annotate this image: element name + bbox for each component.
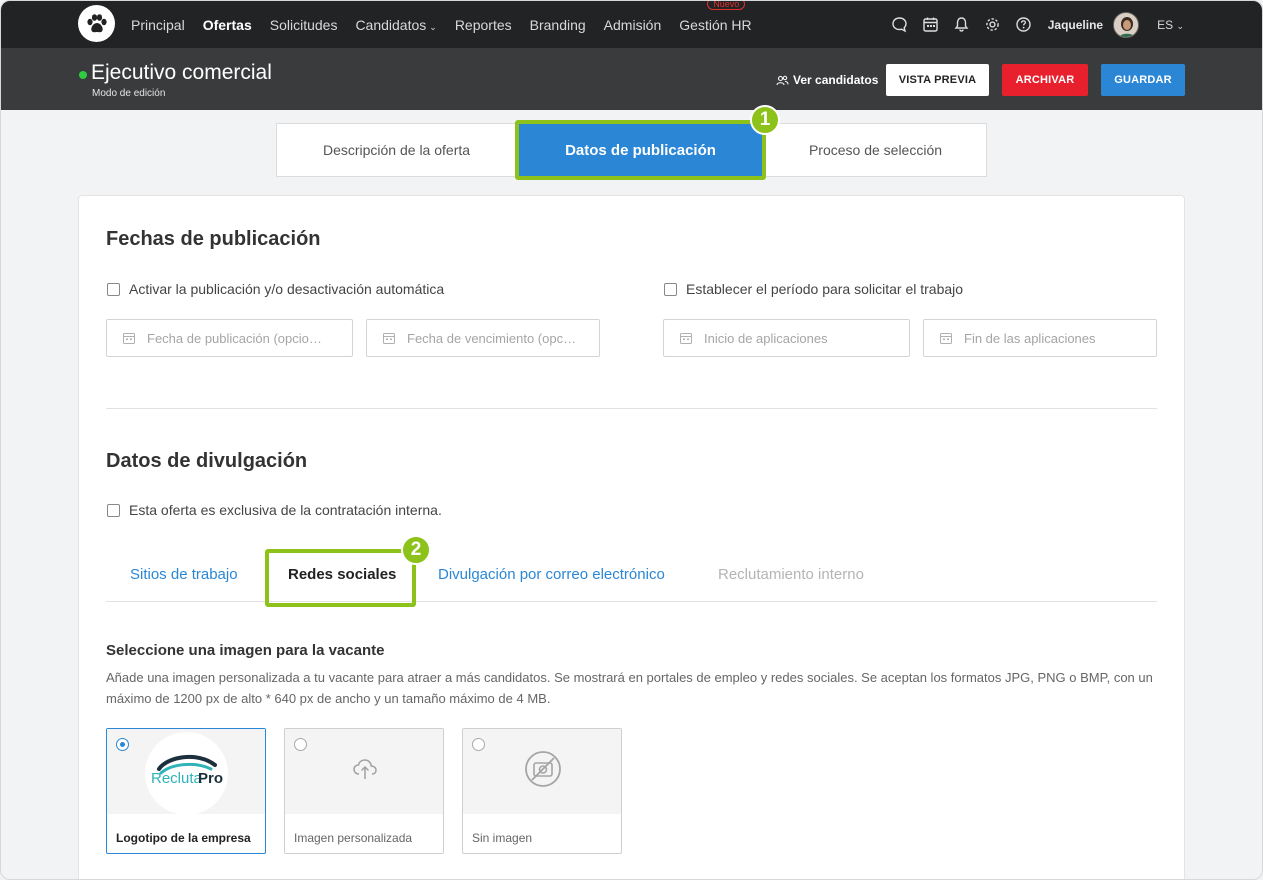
nav-item-solicitudes[interactable]: Solicitudes	[270, 17, 338, 33]
section-title-divulgation: Datos de divulgación	[106, 450, 308, 472]
application-start-input[interactable]: Inicio de aplicaciones	[663, 319, 910, 357]
chat-icon[interactable]	[890, 15, 910, 35]
section-title-dates: Fechas de publicación	[106, 228, 321, 250]
view-candidates-link[interactable]: Ver candidatos	[776, 73, 878, 87]
avatar[interactable]	[1113, 11, 1140, 38]
option-label: Imagen personalizada	[294, 831, 413, 845]
calendar-icon	[383, 333, 395, 344]
app-window: Principal Ofertas Solicitudes Candidatos…	[0, 0, 1263, 880]
application-period-checkbox[interactable]: Establecer el período para solicitar el …	[664, 281, 963, 297]
gear-icon[interactable]	[983, 15, 1003, 35]
callout-number-1: 1	[750, 105, 780, 135]
image-option-company-logo[interactable]: Recluta Pro Logotipo de la empresa	[106, 728, 266, 854]
nav-item-reportes[interactable]: Reportes	[455, 17, 512, 33]
nav-item-gestion-hr-label: Gestión HR	[679, 16, 752, 33]
radio-button[interactable]	[116, 738, 129, 751]
chevron-down-icon: ⌄	[429, 21, 437, 32]
cloud-upload-icon	[353, 759, 377, 779]
expiry-date-placeholder: Fecha de vencimiento (opc…	[407, 330, 577, 346]
nav-right: Jaqueline ES ⌄	[879, 1, 1184, 48]
save-button[interactable]: GUARDAR	[1101, 64, 1185, 96]
calendar-icon	[680, 333, 692, 344]
preview-button[interactable]: VISTA PREVIA	[886, 64, 989, 96]
callout-highlight-1	[515, 120, 766, 180]
radio-button[interactable]	[294, 738, 307, 751]
tab-job-sites[interactable]: Sitios de trabajo	[130, 566, 238, 583]
application-start-placeholder: Inicio de aplicaciones	[704, 330, 828, 346]
internal-only-label: Esta oferta es exclusiva de la contratac…	[129, 502, 442, 518]
user-name[interactable]: Jaqueline	[1048, 18, 1103, 32]
nav-menu: Principal Ofertas Solicitudes Candidatos…	[131, 1, 770, 48]
nav-item-gestion-hr[interactable]: Nuevo Gestión HR	[679, 1, 752, 33]
nav-item-candidatos-label: Candidatos	[355, 16, 427, 33]
new-badge: Nuevo	[707, 1, 746, 10]
image-preview	[285, 729, 443, 814]
tab-job-description[interactable]: Descripción de la oferta	[277, 124, 516, 176]
application-end-input[interactable]: Fin de las aplicaciones	[923, 319, 1157, 357]
archive-button[interactable]: ARCHIVAR	[1002, 64, 1088, 96]
language-label: ES	[1157, 17, 1174, 32]
callout-highlight-2	[265, 549, 416, 607]
radio-button[interactable]	[472, 738, 485, 751]
auto-publish-label: Activar la publicación y/o desactivación…	[129, 281, 445, 297]
tab-selection-process[interactable]: Proceso de selección	[765, 124, 986, 176]
app-logo[interactable]	[78, 5, 115, 42]
auto-publish-checkbox[interactable]: Activar la publicación y/o desactivación…	[107, 281, 444, 297]
image-section-title: Seleccione una imagen para la vacante	[106, 642, 385, 659]
callout-number-2: 2	[401, 535, 431, 565]
tab-internal-recruitment: Reclutamiento interno	[718, 566, 864, 583]
image-preview	[463, 729, 621, 814]
nav-item-principal[interactable]: Principal	[131, 17, 185, 33]
nav-item-branding[interactable]: Branding	[530, 17, 586, 33]
no-camera-icon	[525, 751, 561, 787]
chevron-down-icon: ⌄	[1176, 20, 1184, 31]
publish-date-input[interactable]: Fecha de publicación (opcio…	[106, 319, 353, 357]
nav-item-ofertas[interactable]: Ofertas	[203, 17, 252, 33]
edit-mode-label: Modo de edición	[92, 88, 166, 99]
calendar-icon[interactable]	[921, 15, 941, 35]
page-title: Ejecutivo comercial	[91, 61, 272, 84]
logo-text-pro: Pro	[198, 770, 223, 787]
application-end-placeholder: Fin de las aplicaciones	[964, 330, 1096, 346]
checkbox-box[interactable]	[107, 503, 120, 517]
image-option-no-image[interactable]: Sin imagen	[462, 728, 622, 854]
image-section-description: Añade una imagen personalizada a tu vaca…	[106, 670, 1153, 706]
internal-only-checkbox[interactable]: Esta oferta es exclusiva de la contratac…	[107, 502, 442, 518]
tab-email-divulgation[interactable]: Divulgación por correo electrónico	[438, 566, 665, 583]
view-candidates-label: Ver candidatos	[793, 73, 879, 87]
publish-date-placeholder: Fecha de publicación (opcio…	[147, 330, 322, 346]
calendar-icon	[940, 333, 952, 344]
paw-icon	[86, 13, 107, 32]
language-selector[interactable]: ES ⌄	[1157, 18, 1184, 32]
image-option-custom[interactable]: Imagen personalizada	[284, 728, 444, 854]
expiry-date-input[interactable]: Fecha de vencimiento (opc…	[366, 319, 600, 357]
logo-text-recluta: Recluta	[151, 770, 203, 787]
calendar-icon	[123, 333, 135, 344]
divulgation-tabs: Sitios de trabajo Redes sociales Divulga…	[106, 553, 1157, 602]
top-navigation: Principal Ofertas Solicitudes Candidatos…	[1, 1, 1262, 48]
status-indicator	[79, 71, 87, 79]
company-logo-image: Recluta Pro	[145, 732, 228, 815]
help-icon[interactable]	[1014, 15, 1034, 35]
users-icon	[776, 75, 789, 85]
bell-icon[interactable]	[952, 15, 972, 35]
option-label: Sin imagen	[472, 831, 533, 845]
nav-item-candidatos[interactable]: Candidatos ⌄	[355, 17, 436, 33]
option-label: Logotipo de la empresa	[116, 831, 251, 845]
checkbox-box[interactable]	[107, 282, 120, 296]
nav-item-admision[interactable]: Admisión	[604, 17, 662, 33]
checkbox-box[interactable]	[664, 282, 677, 296]
section-divider	[106, 408, 1157, 409]
application-period-label: Establecer el período para solicitar el …	[686, 281, 964, 297]
